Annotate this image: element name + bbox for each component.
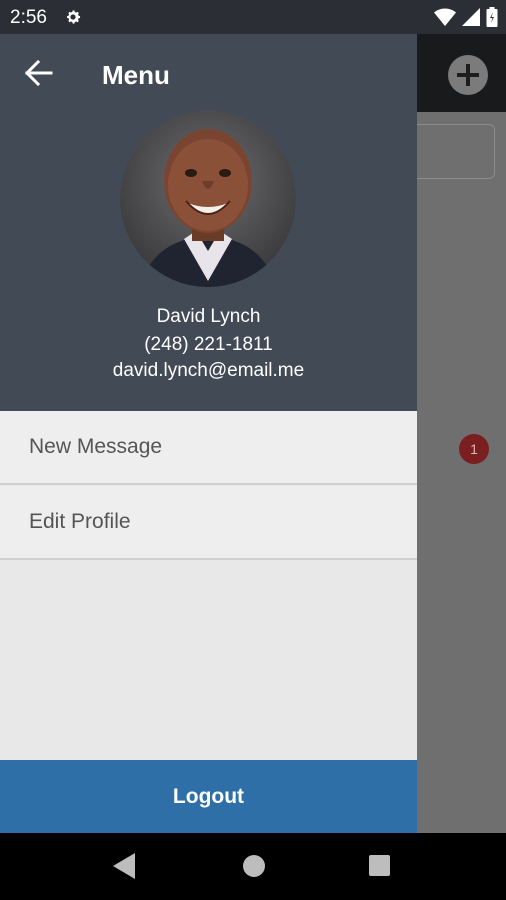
nav-home-icon[interactable] (243, 855, 265, 877)
avatar-image (120, 111, 296, 287)
signal-icon (462, 8, 480, 26)
status-icons (434, 7, 498, 27)
menu-item-label: Edit Profile (29, 510, 131, 533)
system-nav-bar (0, 833, 506, 900)
nav-recents-icon[interactable] (369, 855, 390, 876)
menu-item-new-message[interactable]: New Message (0, 411, 417, 485)
wifi-icon (434, 8, 456, 26)
nav-back-icon[interactable] (113, 853, 135, 879)
profile-name: David Lynch (156, 306, 261, 327)
plus-icon (457, 64, 479, 86)
gear-icon (67, 10, 81, 24)
logout-button[interactable]: Logout (0, 760, 417, 833)
arrow-left-icon[interactable] (22, 58, 56, 88)
avatar (120, 111, 296, 287)
status-time: 2:56 (10, 7, 47, 28)
status-bar: 2:56 (0, 0, 506, 34)
background-screen: 1 (397, 34, 506, 833)
background-header (417, 34, 506, 112)
add-button[interactable] (448, 55, 488, 95)
battery-icon (486, 7, 498, 27)
profile-phone: (248) 221-1811 (144, 334, 273, 355)
menu-item-edit-profile[interactable]: Edit Profile (0, 486, 417, 560)
unread-badge: 1 (459, 434, 489, 464)
menu-item-label: New Message (29, 435, 163, 458)
profile-email: david.lynch@email.me (112, 360, 305, 381)
drawer-header: Menu David Lynch (248) 221-1811 david.ly… (0, 34, 417, 411)
drawer-title: Menu (102, 60, 170, 90)
navigation-drawer: Menu David Lynch (248) 221-1811 david.ly… (0, 34, 417, 833)
